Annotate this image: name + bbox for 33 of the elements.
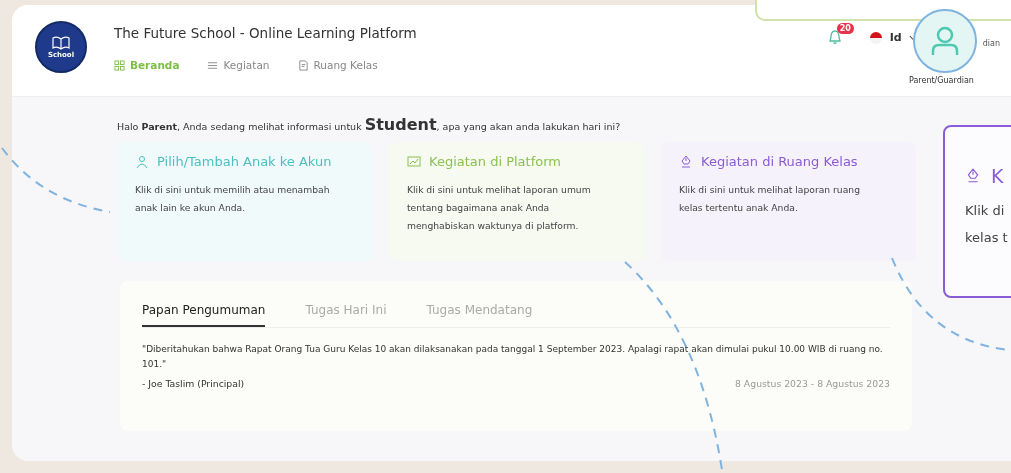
app-title: The Future School - Online Learning Platform bbox=[114, 25, 417, 41]
card-description: Klik di sini untuk memilih atau menambah anak lain ke akun Anda. bbox=[135, 183, 331, 215]
action-card[interactable]: Kegiatan di Ruang Kelas Klik di sini untuk melihat laporan ruang kelas tertentu anak Anda. bbox=[661, 142, 916, 261]
bell-icon[interactable] bbox=[827, 28, 842, 45]
card-title: K bbox=[991, 165, 1004, 187]
greeting-text: Halo Parent, Anda sedang melihat informasi untuk Student, apa yang akan anda lakukan hari ini? bbox=[117, 115, 622, 134]
announcement-date: 8 Agustus 2023 - 8 Agustus 2023 bbox=[735, 378, 890, 389]
role-label: dian bbox=[982, 39, 1000, 48]
card-title: Kegiatan di Platform bbox=[429, 154, 561, 169]
list-icon bbox=[207, 59, 219, 71]
announcement-author: - Joe Taslim (Principal) bbox=[142, 378, 245, 389]
nav-tab[interactable]: Kegiatan bbox=[207, 59, 270, 71]
document-icon bbox=[297, 59, 309, 71]
grid-icon bbox=[114, 59, 125, 71]
card-title: Pilih/Tambah Anak ke Akun bbox=[157, 154, 332, 169]
card-icon bbox=[679, 154, 693, 169]
action-card[interactable]: Kegiatan di Platform Klik di sini untuk melihat laporan umum tentang bagaimana anak Anda menghabiskan waktunya di platform. bbox=[389, 142, 644, 261]
card-text: kelas t bbox=[965, 230, 1009, 245]
notification-badge: 20 bbox=[836, 22, 854, 34]
announcement-text: "Diberitahukan bahwa Rapat Orang Tua Guru Kelas 10 akan dilaksanakan pada tanggal 1 September 2023. Apalagi rapat akan dimulai pukul 10.00 WIB di ruang no. 101." bbox=[142, 343, 884, 371]
flag-icon bbox=[868, 30, 883, 45]
avatar-label: Parent/Guardian bbox=[909, 76, 974, 85]
pen-icon bbox=[965, 168, 981, 184]
card-description: Klik di sini untuk melihat laporan ruang kelas tertentu anak Anda. bbox=[679, 183, 861, 215]
action-card[interactable]: Pilih/Tambah Anak ke Akun Klik di sini untuk memilih atau menambah anak lain ke akun Anda. bbox=[117, 142, 372, 261]
nav-tab[interactable]: Ruang Kelas bbox=[297, 59, 378, 71]
card-icon bbox=[135, 154, 149, 169]
card-text: Klik di bbox=[965, 203, 1006, 218]
card-title: Kegiatan di Ruang Kelas bbox=[701, 154, 858, 169]
language-selector[interactable]: Id bbox=[889, 31, 902, 44]
card-description: Klik di sini untuk melihat laporan umum tentang bagaimana anak Anda menghabiskan waktunya di platform. bbox=[407, 183, 592, 233]
card-icon bbox=[407, 154, 421, 169]
announcement-tab[interactable]: Papan Pengumuman bbox=[142, 303, 266, 327]
